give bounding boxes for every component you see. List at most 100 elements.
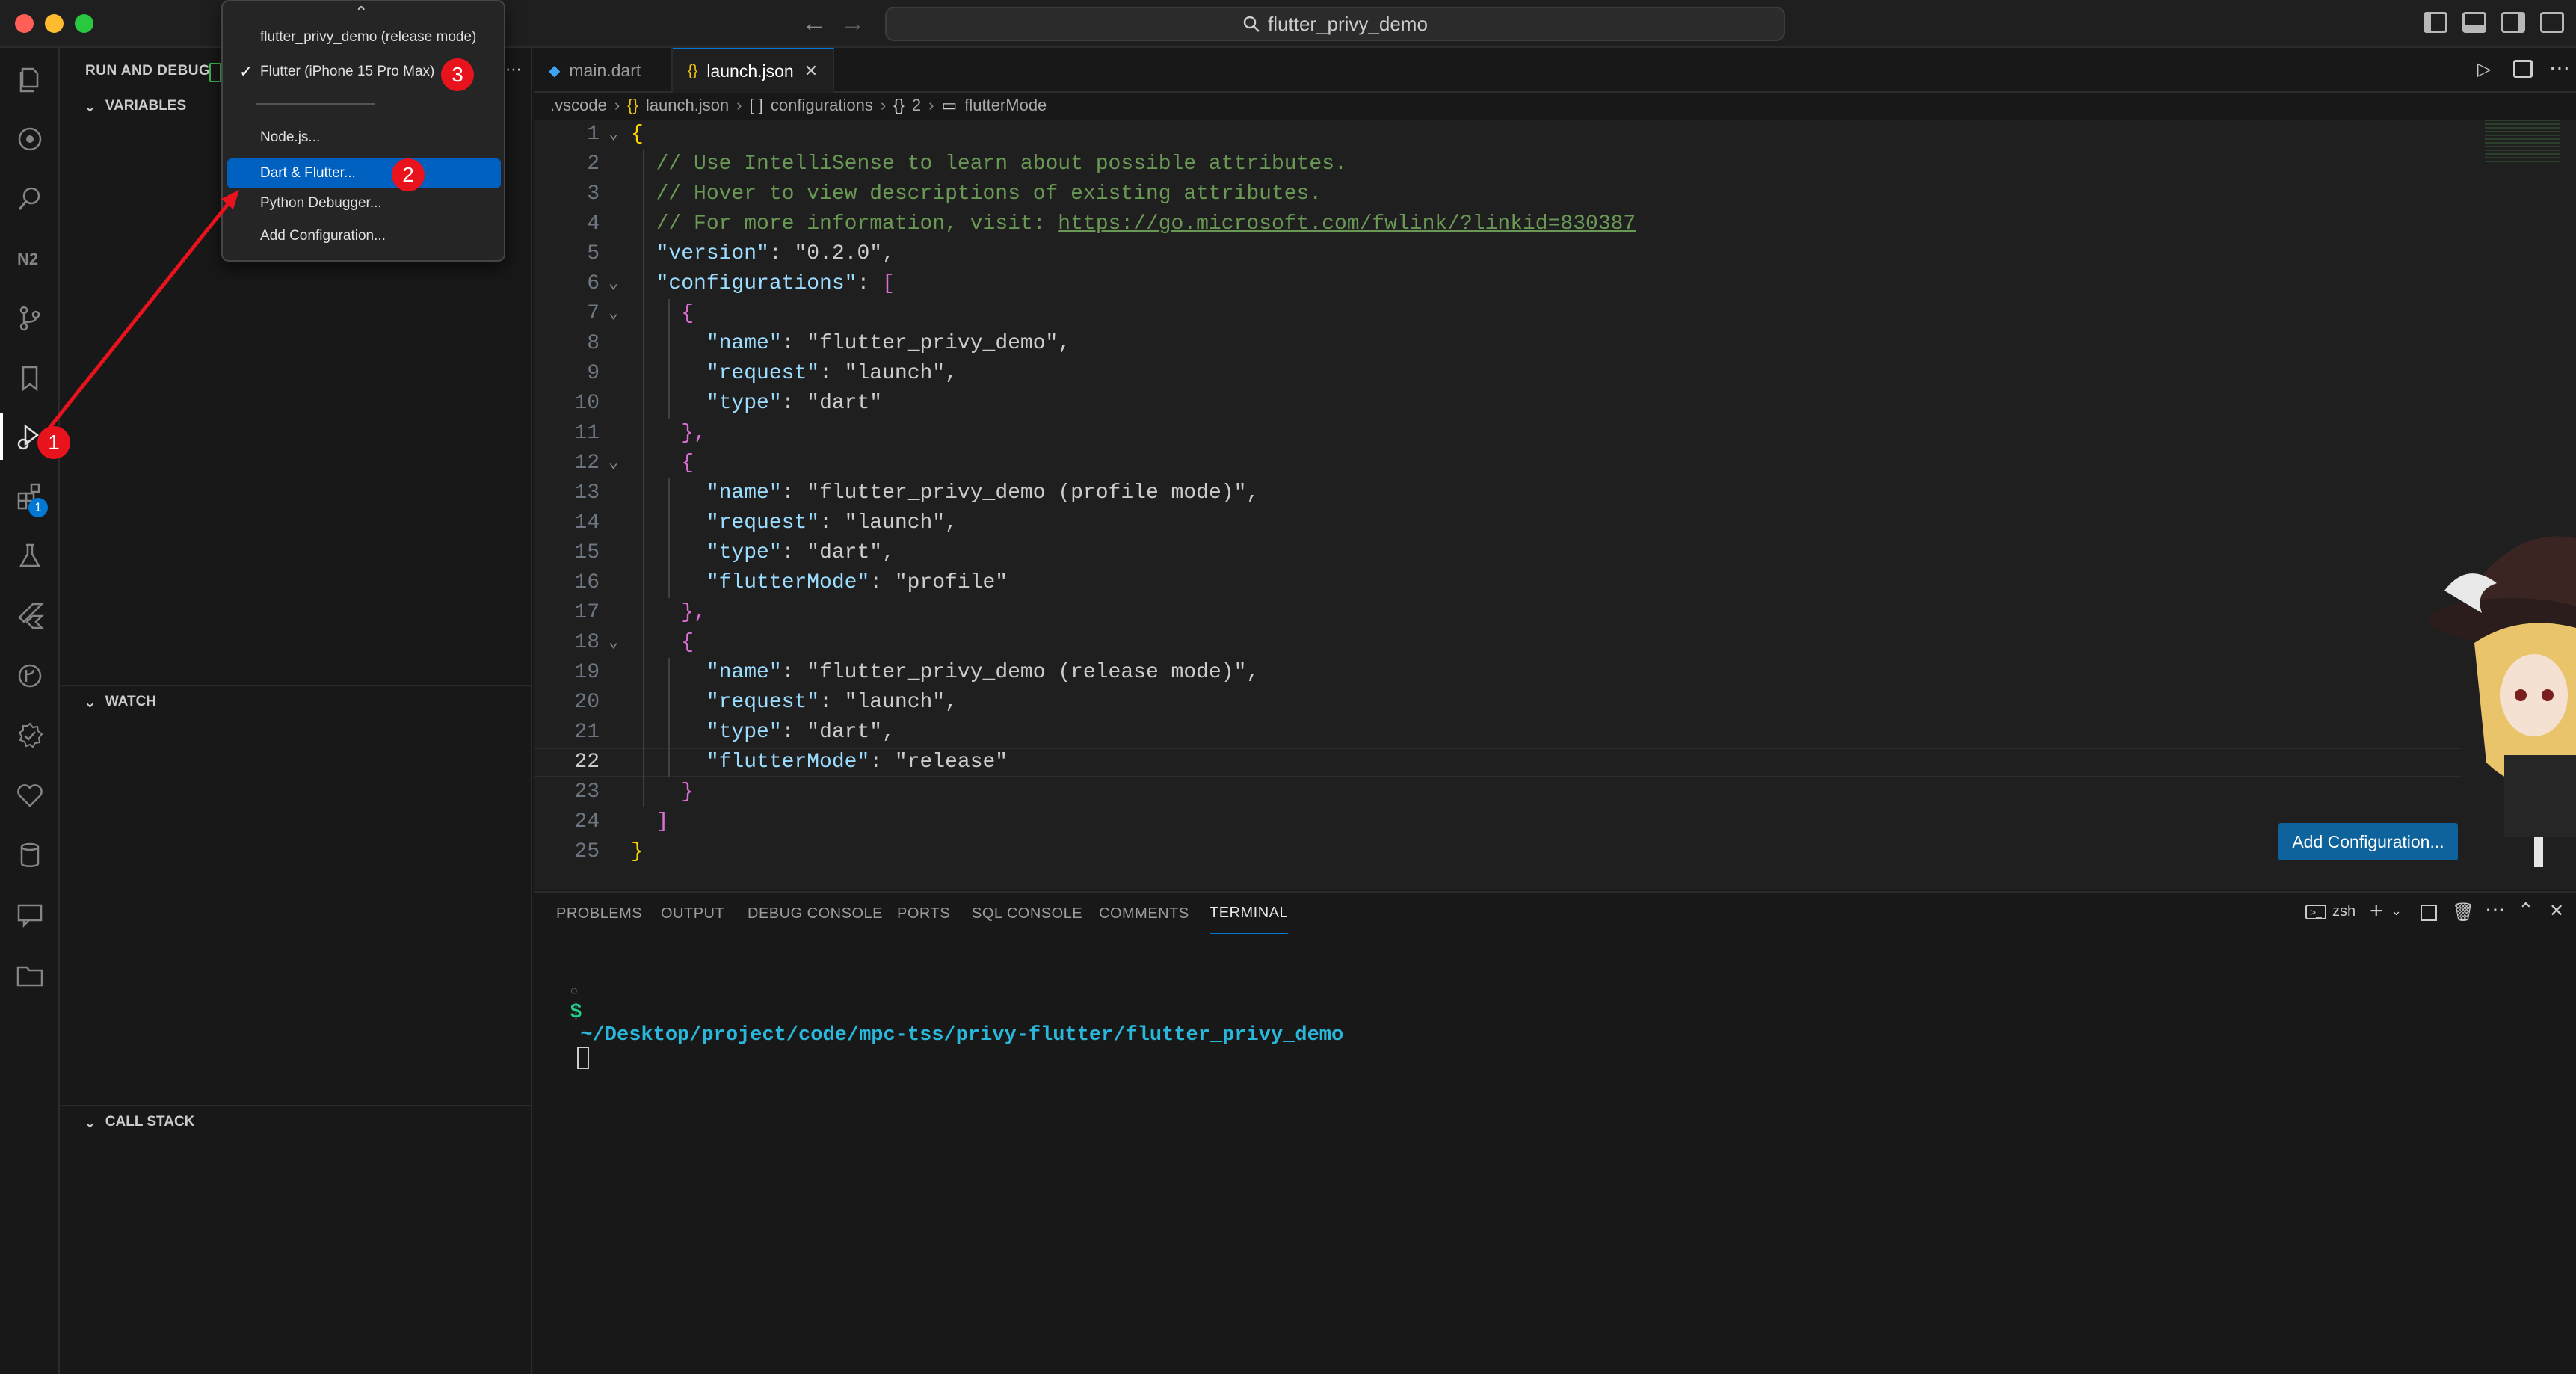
more-actions-icon[interactable]: ⋯ [2485,897,2506,922]
code-editor[interactable]: 1 ⌄ {2 // Use IntelliSense to learn about … [534,120,2576,890]
git-graph-icon[interactable] [13,659,46,692]
line-number: 24 [574,810,600,834]
code-line[interactable]: 20 "request": "launch", [534,688,2477,718]
fold-chevron-icon[interactable]: ⌄ [608,628,618,658]
code-text: { [681,452,694,475]
line-number: 9 [587,362,600,385]
code-text: "name": "flutter_privy_demo (profile mod… [706,481,1260,505]
code-line[interactable]: 23 } [534,777,2477,807]
panel-tab-output[interactable]: OUTPUT [661,893,724,934]
toggle-secondary-sidebar-icon[interactable] [2501,12,2525,33]
flutter-icon[interactable] [13,600,46,632]
split-editor-icon[interactable] [2513,60,2533,78]
more-actions-icon[interactable]: ⋯ [2549,55,2570,80]
panel-tab-comments[interactable]: COMMENTS [1099,893,1189,934]
terminal-prompt-line[interactable]: ○ $ ~/Desktop/project/code/mpc-tss/privy… [546,957,1343,1070]
line-number: 7 [587,302,600,325]
panel-tab-ports[interactable]: PORTS [897,893,950,934]
code-line[interactable]: 4 // For more information, visit: https:… [534,209,2477,239]
fold-chevron-icon[interactable]: ⌄ [608,120,618,150]
breadcrumb-item[interactable]: flutterMode [964,96,1047,115]
panel-tab-sql-console[interactable]: SQL CONSOLE [972,893,1082,934]
line-number: 20 [574,691,600,714]
extensions-badge: 1 [28,498,48,517]
code-line[interactable]: 17 }, [534,598,2477,628]
code-line[interactable]: 3 // Hover to view descriptions of exist… [534,179,2477,209]
code-line[interactable]: 22 "flutterMode": "release" [534,748,2477,777]
code-line[interactable]: 21 "type": "dart", [534,718,2477,748]
line-number: 3 [587,182,600,206]
call-stack-label: CALL STACK [105,1114,195,1130]
code-line[interactable]: 10 "type": "dart" [534,389,2477,419]
code-text: "flutterMode": "release" [706,751,1008,774]
code-text: "version": "0.2.0", [656,242,895,265]
back-arrow-icon[interactable]: ← [801,9,827,38]
split-terminal-icon[interactable] [2421,905,2437,921]
window-title: flutter_privy_demo [1268,12,1428,35]
heart-icon[interactable] [13,779,46,812]
indent-guide [668,658,670,777]
code-text: // Hover to view descriptions of existin… [656,182,1322,206]
call-stack-section-header[interactable]: ⌄ CALL STACK [61,1105,532,1138]
close-panel-icon[interactable]: ✕ [2549,900,2564,922]
toggle-primary-sidebar-icon[interactable] [2424,12,2447,33]
command-center-search[interactable]: flutter_privy_demo [885,7,1785,41]
chevron-down-icon[interactable]: ⌄ [2391,903,2402,919]
fold-chevron-icon[interactable]: ⌄ [608,449,618,478]
code-line[interactable]: 24 ] [534,807,2477,837]
panel-tab-problems[interactable]: PROBLEMS [556,893,642,934]
line-number: 12 [574,452,600,475]
terminal-shell-selector[interactable]: >_ zsh [2305,903,2355,920]
code-line[interactable]: 7 ⌄ { [534,299,2477,329]
close-tab-icon[interactable]: ✕ [804,61,818,81]
tab-main-dart[interactable]: ◆ main.dart [534,48,673,93]
line-number: 6 [587,272,600,295]
code-line[interactable]: 1 ⌄ { [534,120,2477,150]
add-configuration-button[interactable]: Add Configuration... [2278,823,2458,860]
panel-tab-debug-console[interactable]: DEBUG CONSOLE [748,893,883,934]
code-text: // For more information, visit: https://… [656,212,1636,235]
todo-check-icon[interactable] [13,719,46,752]
run-icon[interactable]: ▷ [2477,58,2491,80]
folder-icon[interactable] [13,958,46,991]
code-line[interactable]: 11 }, [534,419,2477,449]
database-icon[interactable] [13,839,46,872]
toggle-panel-icon[interactable] [2462,12,2486,33]
breadcrumb-item[interactable]: 2 [912,96,921,115]
code-line[interactable]: 12 ⌄ { [534,449,2477,478]
code-line[interactable]: 18 ⌄ { [534,628,2477,658]
breadcrumb-item[interactable]: launch.json [646,96,729,115]
code-line[interactable]: 15 "type": "dart", [534,538,2477,568]
fold-chevron-icon[interactable]: ⌄ [608,269,618,299]
code-line[interactable]: 16 "flutterMode": "profile" [534,568,2477,598]
code-line[interactable]: 9 "request": "launch", [534,359,2477,389]
string-property-icon: ▭ [941,96,958,114]
testing-icon[interactable] [13,540,46,573]
line-number: 19 [574,661,600,684]
prompt-symbol: $ [570,1002,582,1024]
tab-launch-json[interactable]: {} launch.json ✕ [673,48,834,93]
panel-tab-terminal[interactable]: TERMINAL [1210,893,1289,934]
fold-chevron-icon[interactable]: ⌄ [608,299,618,329]
code-line[interactable]: 14 "request": "launch", [534,508,2477,538]
code-line[interactable]: 6 ⌄ "configurations": [ [534,269,2477,299]
watch-section-header[interactable]: ⌄ WATCH [61,685,532,718]
code-line[interactable]: 5 "version": "0.2.0", [534,239,2477,269]
maximize-panel-icon[interactable]: ⌃ [2518,899,2534,922]
code-text: "flutterMode": "profile" [706,571,1008,594]
code-line[interactable]: 13 "name": "flutter_privy_demo (profile … [534,478,2477,508]
code-line[interactable]: 25} [534,837,2477,867]
customize-layout-icon[interactable] [2540,12,2564,33]
breadcrumb-item[interactable]: .vscode [550,96,607,115]
breadcrumb-item[interactable]: configurations [771,96,873,115]
forward-arrow-icon[interactable]: → [840,9,866,38]
code-line[interactable]: 2 // Use IntelliSense to learn about pos… [534,150,2477,179]
comments-icon[interactable] [13,899,46,931]
minimap[interactable] [2485,120,2560,164]
code-line[interactable]: 19 "name": "flutter_privy_demo (release … [534,658,2477,688]
more-actions-icon[interactable]: ⋯ [505,60,522,79]
code-line[interactable]: 8 "name": "flutter_privy_demo", [534,329,2477,359]
code-text: } [631,840,644,863]
new-terminal-icon[interactable]: + [2370,899,2383,924]
trash-icon[interactable]: 🗑 [2452,902,2474,923]
